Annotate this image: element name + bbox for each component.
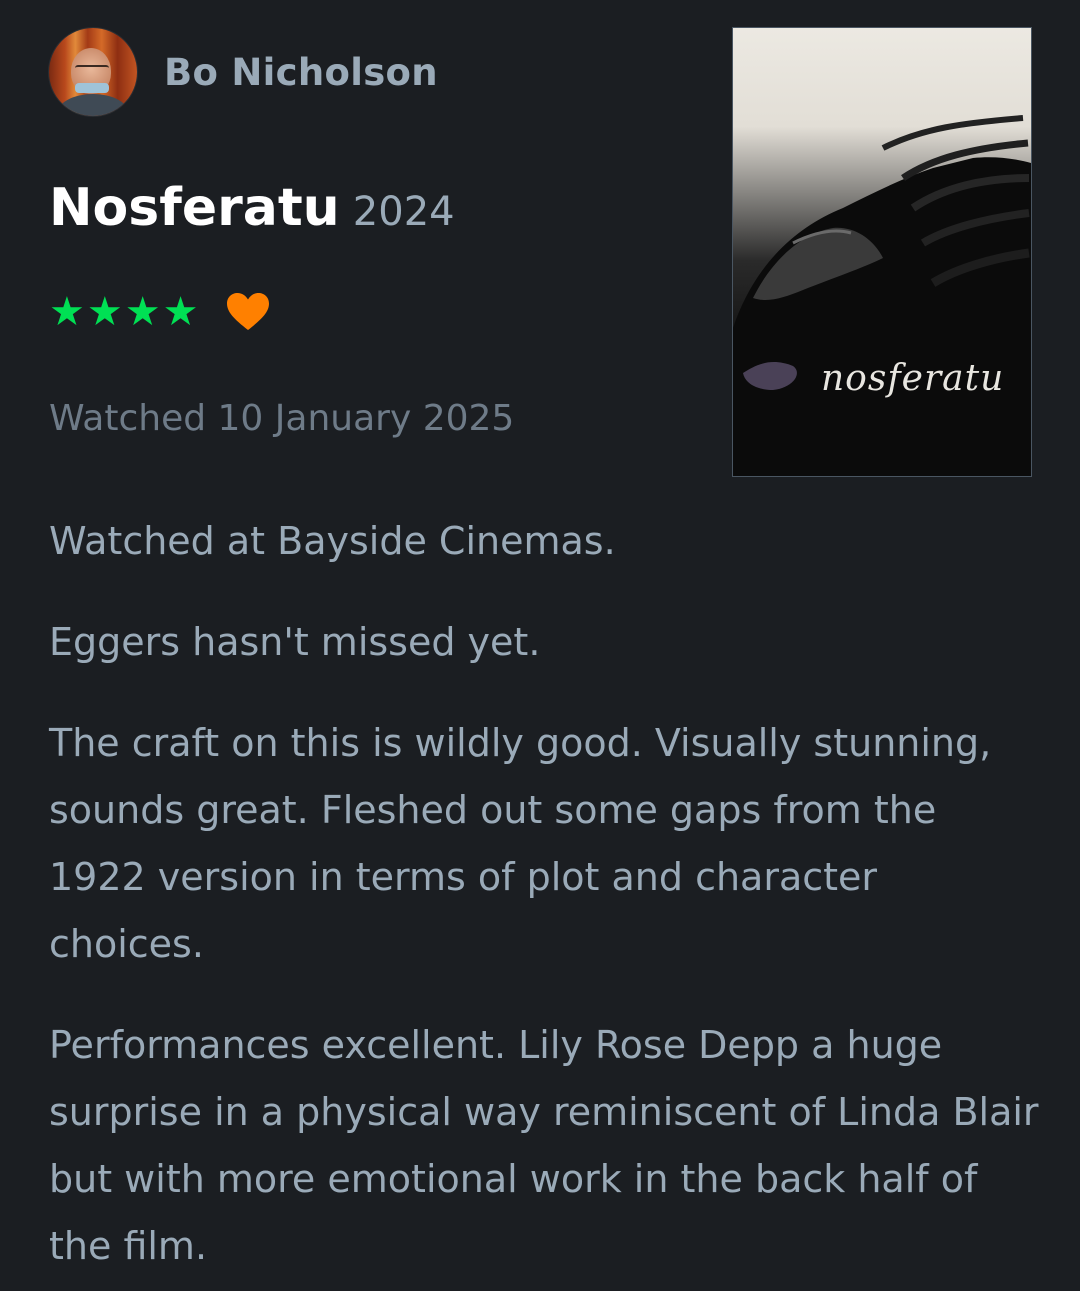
poster-artwork (733, 115, 1031, 476)
film-year[interactable]: 2024 (353, 189, 455, 235)
poster-logo: nosferatu (821, 358, 1005, 399)
avatar[interactable] (49, 28, 137, 116)
review-body: Watched at Bayside Cinemas. Eggers hasn'… (49, 508, 1039, 1291)
author-row[interactable]: Bo Nicholson (49, 28, 438, 116)
film-title[interactable]: Nosferatu (49, 178, 340, 238)
review-paragraph: Performances excellent. Lily Rose Depp a… (49, 1023, 1039, 1268)
author-name[interactable]: Bo Nicholson (164, 51, 438, 94)
avatar-shoulders (57, 94, 129, 116)
title-row: Nosferatu 2024 (49, 178, 455, 238)
review-paragraph: Watched at Bayside Cinemas. (49, 519, 616, 563)
film-poster[interactable]: nosferatu (732, 27, 1032, 477)
star-rating: ★★★★ (49, 289, 201, 335)
watched-date: Watched 10 January 2025 (49, 398, 515, 439)
review-paragraph: Eggers hasn't missed yet. (49, 620, 541, 664)
review-paragraph: The craft on this is wildly good. Visual… (49, 721, 992, 966)
avatar-mask (75, 83, 109, 93)
heart-icon (227, 293, 270, 330)
avatar-glasses (75, 65, 109, 75)
rating-row: ★★★★ (49, 290, 270, 334)
